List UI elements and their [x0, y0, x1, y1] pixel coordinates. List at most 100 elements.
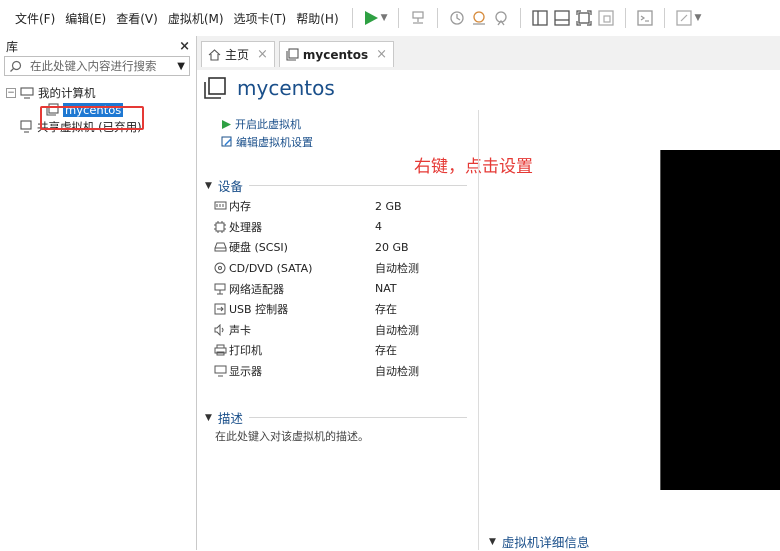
description-section-header[interactable]: ▼ 描述	[205, 408, 467, 427]
sound-icon	[213, 323, 227, 336]
collapse-triangle-icon: ▼	[205, 180, 212, 191]
cd-icon	[213, 262, 227, 274]
settings-edit-icon	[221, 136, 233, 148]
search-input[interactable]	[28, 58, 178, 74]
device-name-cell: 硬盘 (SCSI)	[213, 239, 375, 255]
close-icon[interactable]: ×	[257, 47, 268, 62]
toolbar-separator	[436, 8, 438, 28]
section-divider	[248, 417, 467, 418]
computer-icon	[20, 86, 34, 99]
action-label: 编辑虚拟机设置	[236, 136, 313, 149]
panel-divider	[478, 110, 479, 550]
library-title: 库	[6, 39, 19, 54]
chevron-down-icon: ▼	[694, 13, 702, 23]
edit-vm-settings-link[interactable]: 编辑虚拟机设置	[221, 134, 313, 150]
device-name: 显示器	[229, 365, 262, 379]
menu-edit[interactable]: 编辑(E)	[60, 10, 111, 27]
vm-icon	[286, 48, 299, 61]
device-name: 处理器	[229, 220, 262, 234]
menu-bar: 文件(F) 编辑(E) 查看(V) 虚拟机(M) 选项卡(T) 帮助(H) ▼ …	[0, 0, 780, 36]
device-value: 存在	[375, 344, 397, 358]
tab-home[interactable]: 主页 ×	[201, 41, 275, 67]
vm-icon	[204, 77, 226, 99]
menu-help[interactable]: 帮助(H)	[291, 10, 343, 27]
collapse-icon[interactable]: −	[6, 87, 16, 98]
device-row-sound[interactable]: 声卡 自动检测	[213, 320, 419, 341]
snapshot-manager-icon	[494, 11, 507, 26]
close-icon[interactable]: ×	[376, 47, 387, 62]
vm-title-row: mycentos	[203, 74, 335, 102]
menu-vm[interactable]: 虚拟机(M)	[163, 10, 229, 27]
device-row-usb[interactable]: USB 控制器 存在	[213, 299, 419, 320]
snapshot-button[interactable]	[448, 7, 466, 29]
device-name-cell: 网络适配器	[213, 281, 375, 297]
show-library-button[interactable]	[531, 7, 549, 29]
section-divider	[248, 185, 467, 186]
device-row-display[interactable]: 显示器 自动检测	[213, 361, 419, 382]
description-placeholder[interactable]: 在此处键入对该虚拟机的描述。	[215, 428, 369, 444]
thumbnail-view-icon	[553, 10, 570, 26]
thumbnail-bar-button[interactable]	[553, 7, 571, 29]
device-row-hdd[interactable]: 硬盘 (SCSI) 20 GB	[213, 237, 419, 258]
terminal-icon	[636, 10, 653, 26]
device-row-cpu[interactable]: 处理器 4	[213, 217, 419, 238]
devices-list: 内存 2 GB 处理器 4 硬盘 (SCSI) 20 GB CD/DVD (SA…	[213, 196, 419, 381]
collapse-triangle-icon: ▼	[489, 536, 496, 547]
snapshot-manager-button[interactable]	[492, 7, 510, 29]
home-icon	[208, 48, 221, 61]
send-ctrl-alt-del-button[interactable]	[409, 7, 427, 29]
device-row-printer[interactable]: 打印机 存在	[213, 340, 419, 361]
device-name: 声卡	[229, 323, 251, 337]
device-row-memory[interactable]: 内存 2 GB	[213, 196, 419, 217]
chevron-down-icon[interactable]: ▼	[177, 61, 185, 72]
device-name: 打印机	[229, 344, 262, 358]
play-icon	[221, 119, 232, 130]
tab-bar: 主页 × mycentos ×	[197, 36, 780, 71]
toolbar-separator	[624, 8, 626, 28]
device-name: 内存	[229, 200, 251, 214]
network-icon	[213, 283, 227, 295]
stretch-guest-button[interactable]: ▼	[675, 7, 702, 29]
revert-icon	[472, 11, 485, 25]
tab-mycentos[interactable]: mycentos ×	[278, 41, 395, 67]
device-name-cell: CD/DVD (SATA)	[213, 262, 375, 275]
console-view-button[interactable]	[636, 7, 654, 29]
start-vm-link[interactable]: 开启此虚拟机	[221, 116, 313, 132]
hdd-icon	[213, 242, 227, 252]
power-on-button[interactable]: ▼	[363, 7, 388, 29]
device-value: NAT	[375, 282, 397, 296]
section-title: 虚拟机详细信息	[501, 535, 590, 550]
library-search[interactable]: ▼	[4, 56, 190, 76]
vm-summary-panel: mycentos 开启此虚拟机 编辑虚拟机设置 右键，点击设置 ▼ 设备 内存 …	[197, 70, 780, 550]
device-name-cell: 打印机	[213, 342, 375, 358]
search-icon	[10, 60, 22, 72]
full-screen-button[interactable]	[575, 7, 593, 29]
devices-section-header[interactable]: ▼ 设备	[205, 176, 467, 195]
vm-actions: 开启此虚拟机 编辑虚拟机设置	[221, 116, 313, 152]
device-row-cd[interactable]: CD/DVD (SATA) 自动检测	[213, 258, 419, 279]
library-header: 库 ×	[0, 36, 196, 56]
tab-label: 主页	[225, 48, 250, 62]
device-name-cell: 显示器	[213, 363, 375, 379]
menu-file[interactable]: 文件(F)	[10, 10, 60, 27]
close-icon[interactable]: ×	[179, 39, 190, 54]
toolbar-separator	[351, 8, 353, 28]
device-row-network[interactable]: 网络适配器 NAT	[213, 278, 419, 299]
device-value: 2 GB	[375, 199, 402, 213]
revert-snapshot-button[interactable]	[470, 7, 488, 29]
library-pane: 库 × ▼ − 我的计算机 mycentos 共享虚拟机 (已弃用)	[0, 36, 197, 550]
device-name: 硬盘 (SCSI)	[229, 241, 288, 255]
cpu-icon	[213, 220, 227, 233]
device-value: 自动检测	[375, 323, 419, 337]
chevron-down-icon: ▼	[380, 13, 388, 23]
menu-view[interactable]: 查看(V)	[111, 10, 163, 27]
toolbar-separator	[397, 8, 399, 28]
tree-item-my-computer[interactable]: − 我的计算机	[0, 84, 196, 101]
unity-button[interactable]	[597, 7, 615, 29]
details-section-header[interactable]: ▼ 虚拟机详细信息	[489, 532, 589, 551]
network-computer-icon	[411, 11, 424, 24]
collapse-triangle-icon: ▼	[205, 412, 212, 423]
vm-screen-preview[interactable]	[660, 150, 780, 490]
device-value: 存在	[375, 303, 397, 317]
menu-tabs[interactable]: 选项卡(T)	[229, 10, 292, 27]
